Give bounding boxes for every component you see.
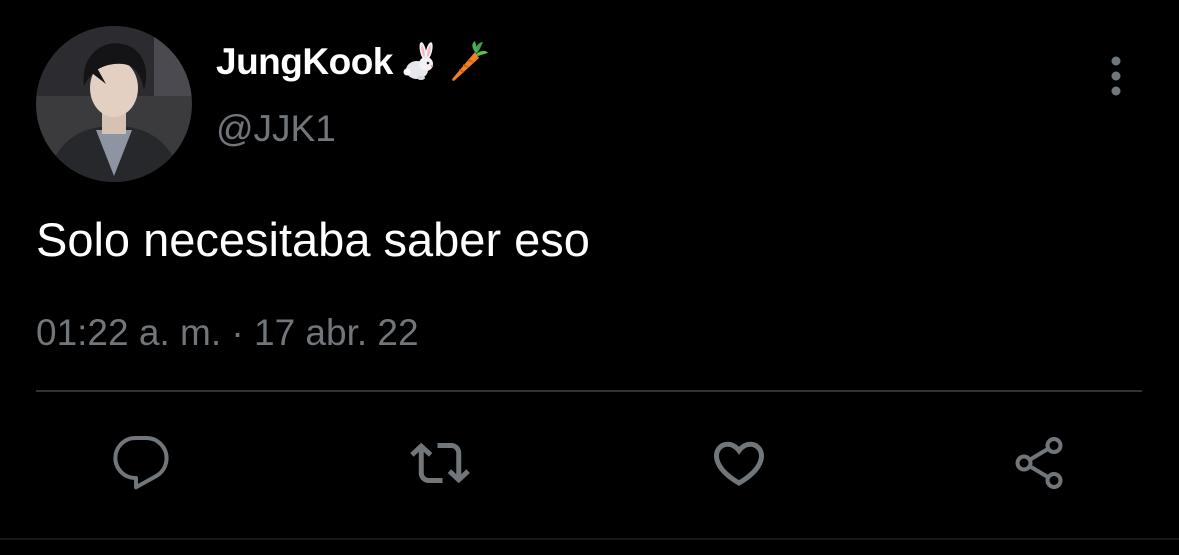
divider xyxy=(36,390,1142,392)
retweet-button[interactable] xyxy=(407,430,473,496)
like-button[interactable] xyxy=(706,430,772,496)
heart-icon xyxy=(713,441,765,486)
rabbit-emoji-icon xyxy=(397,40,441,84)
reply-button[interactable] xyxy=(108,430,174,496)
avatar[interactable] xyxy=(36,26,192,182)
more-options-button[interactable] xyxy=(1096,52,1136,100)
share-button[interactable] xyxy=(1006,430,1072,496)
tweet-text: Solo necesitaba saber eso xyxy=(36,213,590,266)
reply-icon xyxy=(113,436,169,490)
author-handle[interactable]: @JJK1 xyxy=(216,108,336,150)
more-vertical-icon xyxy=(1111,56,1121,96)
author-name[interactable]: JungKook xyxy=(216,38,489,86)
display-name-text: JungKook xyxy=(216,41,393,82)
tweet-timestamp[interactable]: 01:22 a. m. · 17 abr. 22 xyxy=(36,312,419,354)
retweet-icon xyxy=(410,442,470,484)
bottom-divider xyxy=(0,538,1179,540)
share-icon xyxy=(1015,437,1063,489)
profile-photo-image xyxy=(36,26,192,182)
carrot-emoji-icon xyxy=(445,40,489,84)
